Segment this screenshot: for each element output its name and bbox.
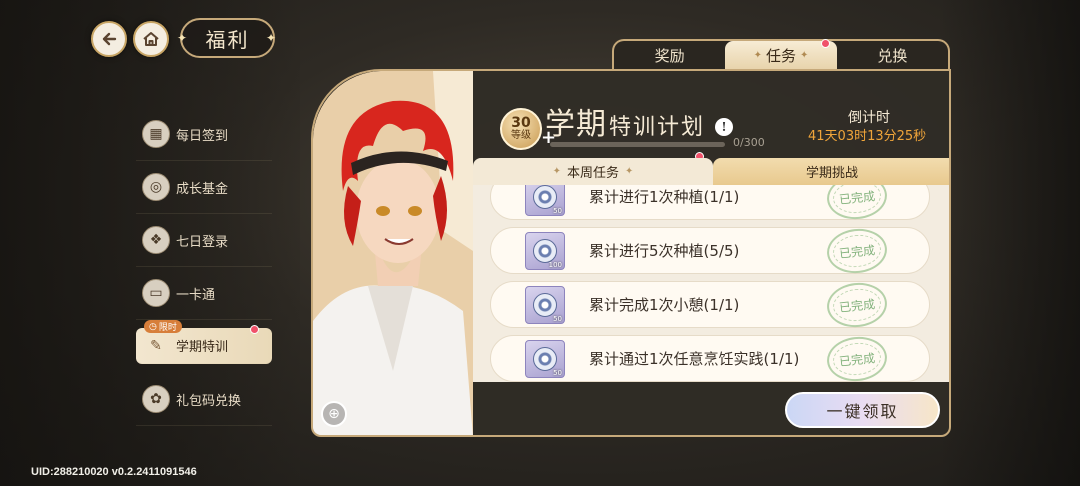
task-description: 累计通过1次任意烹饪实践(1/1) bbox=[589, 350, 800, 368]
subtab-label: 本周任务 bbox=[566, 166, 619, 181]
tab-weekly-tasks[interactable]: ✦ 本周任务 ✦ bbox=[473, 158, 713, 185]
task-description: 累计进行1次种植(1/1) bbox=[589, 188, 740, 206]
notification-dot bbox=[821, 39, 830, 48]
tab-exchange[interactable]: 兑换 bbox=[837, 41, 948, 69]
reward-item[interactable]: 50 bbox=[525, 285, 565, 324]
main-panel: ⊕ 30 等级 + 学期 特训计划 ! 0/300 倒计时 41天03时13分2… bbox=[311, 69, 951, 437]
reward-quantity: 50 bbox=[553, 314, 562, 323]
zoom-icon[interactable]: ⊕ bbox=[321, 401, 347, 427]
tab-label: 奖励 bbox=[654, 46, 685, 65]
level-badge: 30 等级 bbox=[500, 108, 542, 150]
reward-quantity: 50 bbox=[553, 368, 562, 377]
sparkle-icon: ✦ bbox=[800, 49, 809, 61]
event-title-small: 特训计划 bbox=[609, 115, 706, 140]
limited-time-badge: ◷ 限时 bbox=[144, 320, 182, 333]
sidebar-item-label: 礼包码兑换 bbox=[176, 393, 242, 409]
task-description: 累计进行5次种植(5/5) bbox=[589, 242, 740, 260]
sidebar-item-label: 一卡通 bbox=[176, 287, 216, 303]
home-button[interactable] bbox=[133, 21, 169, 57]
tab-rewards[interactable]: 奖励 bbox=[614, 41, 725, 69]
claim-all-label: 一键领取 bbox=[826, 402, 899, 421]
disc-icon bbox=[533, 238, 557, 263]
sparkle-icon: ✦ bbox=[753, 49, 762, 61]
sparkle-icon: ✦ bbox=[625, 166, 634, 177]
task-row: 100 累计进行5次种植(5/5) 已完成 bbox=[490, 225, 930, 276]
background-right-shade bbox=[940, 0, 1080, 486]
task-row: 50 累计进行1次种植(1/1) 已完成 bbox=[490, 185, 930, 222]
clock-icon: ◷ bbox=[149, 321, 157, 332]
sidebar-item-gift-code[interactable]: ✿ 礼包码兑换 bbox=[136, 373, 272, 426]
sidebar: ▦ 每日签到 ◎ 成长基金 ❖ 七日登录 ▭ 一卡通 ◷ 限时 ✎ 学期特训 ✿… bbox=[136, 108, 272, 426]
tab-label: 任务 bbox=[765, 46, 796, 65]
sidebar-item-label: 七日登录 bbox=[176, 234, 229, 250]
event-title-big: 学期 bbox=[545, 107, 607, 142]
coins-icon: ◎ bbox=[142, 173, 170, 201]
uid-version-text: UID:288210020 v0.2.2411091546 bbox=[31, 466, 197, 478]
sidebar-item-card-pass[interactable]: ▭ 一卡通 bbox=[136, 267, 272, 320]
sparkle-icon: ✦ bbox=[552, 166, 561, 177]
progress-text: 0/300 bbox=[733, 136, 765, 149]
card-icon: ▭ bbox=[142, 279, 170, 307]
claim-all-button[interactable]: 一键领取 bbox=[785, 392, 940, 428]
character-portrait: ⊕ bbox=[313, 71, 473, 435]
completed-stamp: 已完成 bbox=[824, 225, 890, 276]
sparkle-icon: ✦ bbox=[265, 31, 278, 45]
countdown-value: 41天03时13分25秒 bbox=[808, 129, 927, 144]
reward-item[interactable]: 100 bbox=[525, 231, 565, 270]
disc-icon bbox=[533, 185, 557, 209]
disc-icon bbox=[533, 292, 557, 317]
notification-dot bbox=[250, 325, 259, 334]
task-list-scroll[interactable]: 50 累计进行1次种植(1/1) 已完成 100 累计进行5次种植(5/5) 已… bbox=[473, 185, 949, 382]
sidebar-item-semester-training[interactable]: ◷ 限时 ✎ 学期特训 bbox=[136, 320, 272, 364]
quill-icon: ✎ bbox=[150, 337, 162, 354]
character-illustration bbox=[313, 71, 473, 435]
level-progress-bar bbox=[550, 142, 725, 147]
level-number: 30 bbox=[511, 115, 531, 132]
reward-quantity: 100 bbox=[548, 260, 562, 269]
subtab-bar: ✦ 本周任务 ✦ 学期挑战 bbox=[473, 158, 949, 185]
task-row: 50 累计完成1次小憩(1/1) 已完成 bbox=[490, 279, 930, 330]
sidebar-item-growth-fund[interactable]: ◎ 成长基金 bbox=[136, 161, 272, 214]
tab-semester-challenge[interactable]: 学期挑战 bbox=[713, 158, 949, 185]
tab-tasks[interactable]: ✦ 任务 ✦ bbox=[725, 41, 837, 69]
tab-label: 兑换 bbox=[877, 46, 908, 65]
level-label: 等级 bbox=[511, 130, 531, 142]
reward-item[interactable]: 50 bbox=[525, 185, 565, 216]
completed-stamp: 已完成 bbox=[824, 279, 890, 330]
page-title: ✦ 福利 ✦ bbox=[177, 18, 278, 58]
task-list: 50 累计进行1次种植(1/1) 已完成 100 累计进行5次种植(5/5) 已… bbox=[490, 185, 930, 382]
task-row: 50 累计通过1次任意烹饪实践(1/1) 已完成 bbox=[490, 333, 930, 382]
arrow-left-icon bbox=[102, 32, 117, 46]
sidebar-item-label: 每日签到 bbox=[176, 128, 229, 144]
completed-stamp: 已完成 bbox=[824, 185, 890, 222]
sidebar-item-label: 成长基金 bbox=[176, 181, 229, 197]
calendar-icon: ▦ bbox=[142, 120, 170, 148]
tab-bar: 奖励 ✦ 任务 ✦ 兑换 bbox=[612, 39, 950, 69]
limited-time-label: 限时 bbox=[158, 323, 177, 333]
reward-quantity: 50 bbox=[553, 206, 562, 215]
disc-icon bbox=[533, 346, 557, 371]
home-icon bbox=[143, 32, 159, 46]
sidebar-item-label: 学期特训 bbox=[176, 340, 229, 355]
info-icon[interactable]: ! bbox=[715, 118, 734, 136]
completed-stamp: 已完成 bbox=[824, 333, 890, 382]
gift-icon: ✿ bbox=[142, 385, 170, 413]
sidebar-item-seven-day-login[interactable]: ❖ 七日登录 bbox=[136, 214, 272, 267]
task-description: 累计完成1次小憩(1/1) bbox=[589, 296, 740, 314]
gift-box-icon: ❖ bbox=[142, 226, 170, 254]
reward-item[interactable]: 50 bbox=[525, 339, 565, 378]
sidebar-item-daily-signin[interactable]: ▦ 每日签到 bbox=[136, 108, 272, 161]
countdown-label: 倒计时 bbox=[848, 110, 890, 126]
page-title-text: 福利 bbox=[205, 27, 250, 52]
event-title: 学期 特训计划 ! bbox=[545, 99, 734, 143]
back-button[interactable] bbox=[91, 21, 127, 57]
subtab-label: 学期挑战 bbox=[805, 166, 858, 181]
sparkle-icon: ✦ bbox=[177, 31, 190, 45]
